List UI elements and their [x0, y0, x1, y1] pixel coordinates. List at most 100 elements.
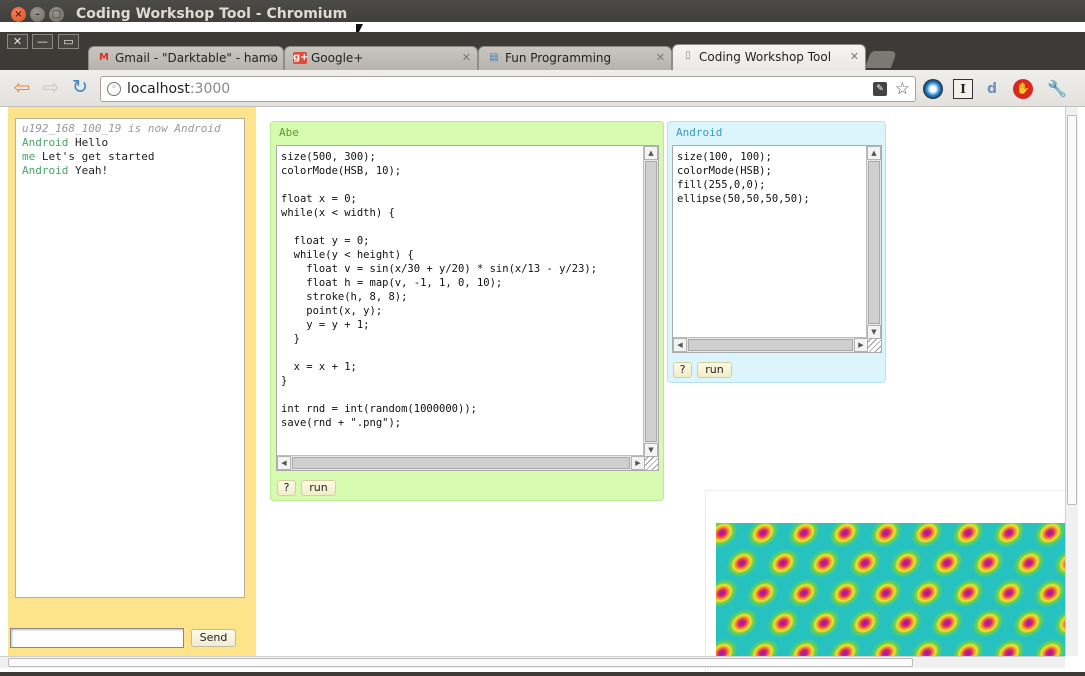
- tab-label: Coding Workshop Tool: [699, 50, 832, 64]
- tab-coding-workshop[interactable]: ▯ Coding Workshop Tool ✕: [672, 44, 866, 70]
- pattern-blob: [890, 548, 922, 578]
- chat-message: Android Yeah!: [22, 164, 238, 178]
- page-scroll-thumb[interactable]: [1067, 115, 1077, 505]
- pattern-blob: [931, 548, 963, 578]
- delicious-extension-icon[interactable]: d: [982, 79, 1002, 99]
- pattern-blob: [1013, 608, 1045, 638]
- run-button[interactable]: run: [697, 362, 732, 378]
- chat-author: me: [22, 150, 36, 163]
- pattern-blob: [726, 548, 758, 578]
- chat-text: Hello: [74, 136, 109, 149]
- window-bottom-edge: [0, 672, 1085, 676]
- page-horizontal-scrollbar[interactable]: [0, 656, 1065, 668]
- code-textarea[interactable]: size(500, 300); colorMode(HSB, 10); floa…: [276, 145, 659, 471]
- system-close-button[interactable]: ✕: [7, 34, 28, 49]
- scroll-thumb[interactable]: [868, 161, 880, 324]
- sketch-pattern-image: [716, 523, 1065, 663]
- editor-title: Android: [676, 126, 723, 139]
- page-vertical-scrollbar[interactable]: [1065, 107, 1078, 656]
- adblock-stop-icon[interactable]: ✋: [1013, 79, 1033, 99]
- new-tab-button[interactable]: [864, 51, 898, 68]
- scroll-down-icon[interactable]: ▼: [867, 325, 881, 339]
- page-icon: ▤: [489, 52, 499, 63]
- reload-icon[interactable]: ↻: [69, 78, 91, 98]
- pattern-blob: [829, 578, 861, 608]
- scroll-down-icon[interactable]: ▼: [644, 443, 658, 457]
- scroll-thumb[interactable]: [292, 457, 630, 469]
- bookmark-star-icon[interactable]: ☆: [895, 79, 910, 99]
- editor-title: Abe: [279, 126, 299, 139]
- chat-panel: u192_168_100_19 is now Android Android H…: [8, 107, 256, 662]
- pattern-blob: [1054, 548, 1065, 578]
- pattern-blob: [747, 578, 779, 608]
- help-button[interactable]: ?: [673, 362, 692, 378]
- scroll-left-icon[interactable]: ◀: [673, 338, 687, 352]
- run-button[interactable]: run: [301, 480, 336, 496]
- resize-grip-icon[interactable]: [867, 338, 881, 352]
- pattern-blob: [1013, 548, 1045, 578]
- tab-gmail[interactable]: M Gmail - "Darktable" - hamo ✕: [88, 46, 284, 70]
- system-minimize-button[interactable]: —: [32, 34, 53, 49]
- address-url[interactable]: localhost:3000: [127, 81, 230, 97]
- window-close-button[interactable]: ×: [11, 7, 26, 22]
- resize-grip-icon[interactable]: [644, 456, 658, 470]
- pattern-blob: [952, 578, 984, 608]
- eye-extension-icon[interactable]: [923, 79, 943, 99]
- url-host: localhost: [127, 81, 190, 97]
- code-vertical-scrollbar[interactable]: ▲ ▼: [866, 146, 881, 339]
- scroll-thumb[interactable]: [645, 161, 657, 442]
- help-button[interactable]: ?: [277, 480, 296, 496]
- pattern-blob: [808, 608, 840, 638]
- scroll-left-icon[interactable]: ◀: [277, 456, 291, 470]
- page-content: u192_168_100_19 is now Android Android H…: [0, 107, 1085, 676]
- window-title: Coding Workshop Tool - Chromium: [76, 6, 348, 22]
- pattern-blob: [767, 548, 799, 578]
- pattern-blob: [993, 578, 1025, 608]
- code-horizontal-scrollbar[interactable]: ◀ ▶: [673, 337, 868, 352]
- code-text[interactable]: size(100, 100); colorMode(HSB); fill(255…: [677, 150, 810, 206]
- pattern-blob: [767, 608, 799, 638]
- pattern-blob: [1054, 608, 1065, 638]
- pattern-blob: [726, 608, 758, 638]
- document-icon: ▯: [685, 50, 691, 61]
- code-textarea[interactable]: size(100, 100); colorMode(HSB); fill(255…: [672, 145, 882, 353]
- tab-close-icon[interactable]: ✕: [850, 45, 859, 69]
- tab-google-plus[interactable]: g+ Google+ ✕: [284, 46, 478, 70]
- info-extension-icon[interactable]: I: [953, 79, 973, 99]
- scroll-right-icon[interactable]: ▶: [631, 456, 645, 470]
- system-maximize-button[interactable]: ▭: [58, 34, 79, 49]
- forward-arrow-icon[interactable]: ⇨: [40, 77, 62, 98]
- page-scroll-thumb[interactable]: [8, 658, 913, 667]
- code-text[interactable]: size(500, 300); colorMode(HSB, 10); floa…: [281, 150, 597, 430]
- pattern-blob: [716, 578, 738, 608]
- back-arrow-icon[interactable]: ⇦: [11, 77, 33, 98]
- scroll-thumb[interactable]: [688, 339, 853, 351]
- send-button[interactable]: Send: [191, 629, 236, 647]
- window-maximize-button[interactable]: □: [49, 7, 64, 22]
- address-bar[interactable]: ◦ localhost:3000 ✎ ☆: [100, 76, 916, 102]
- pattern-blob: [911, 578, 943, 608]
- browser-toolbar: ⇦ ⇨ ↻ ◦ localhost:3000 ✎ ☆ I d ✋ 🔧: [0, 70, 1085, 107]
- scroll-right-icon[interactable]: ▶: [854, 338, 868, 352]
- pattern-blob: [870, 578, 902, 608]
- pattern-blob: [972, 548, 1004, 578]
- wrench-menu-icon[interactable]: 🔧: [1047, 79, 1067, 99]
- window-minimize-button[interactable]: –: [30, 7, 45, 22]
- pattern-blob: [716, 548, 717, 578]
- tab-fun-programming[interactable]: ▤ Fun Programming ✕: [478, 46, 672, 70]
- code-horizontal-scrollbar[interactable]: ◀ ▶: [277, 455, 645, 470]
- pattern-blob: [849, 608, 881, 638]
- tab-label: Fun Programming: [505, 51, 612, 65]
- chat-log[interactable]: u192_168_100_19 is now Android Android H…: [15, 118, 245, 598]
- globe-icon: ◦: [107, 82, 121, 96]
- chat-input[interactable]: [10, 628, 184, 648]
- code-vertical-scrollbar[interactable]: ▲ ▼: [643, 146, 658, 457]
- scroll-up-icon[interactable]: ▲: [644, 146, 658, 160]
- tab-close-icon[interactable]: ✕: [462, 47, 471, 69]
- url-port: :3000: [189, 81, 231, 97]
- scroll-up-icon[interactable]: ▲: [867, 146, 881, 160]
- page-action-icon[interactable]: ✎: [873, 82, 887, 96]
- google-plus-icon: g+: [293, 52, 309, 64]
- tab-close-icon[interactable]: ✕: [268, 47, 277, 69]
- tab-close-icon[interactable]: ✕: [656, 47, 665, 69]
